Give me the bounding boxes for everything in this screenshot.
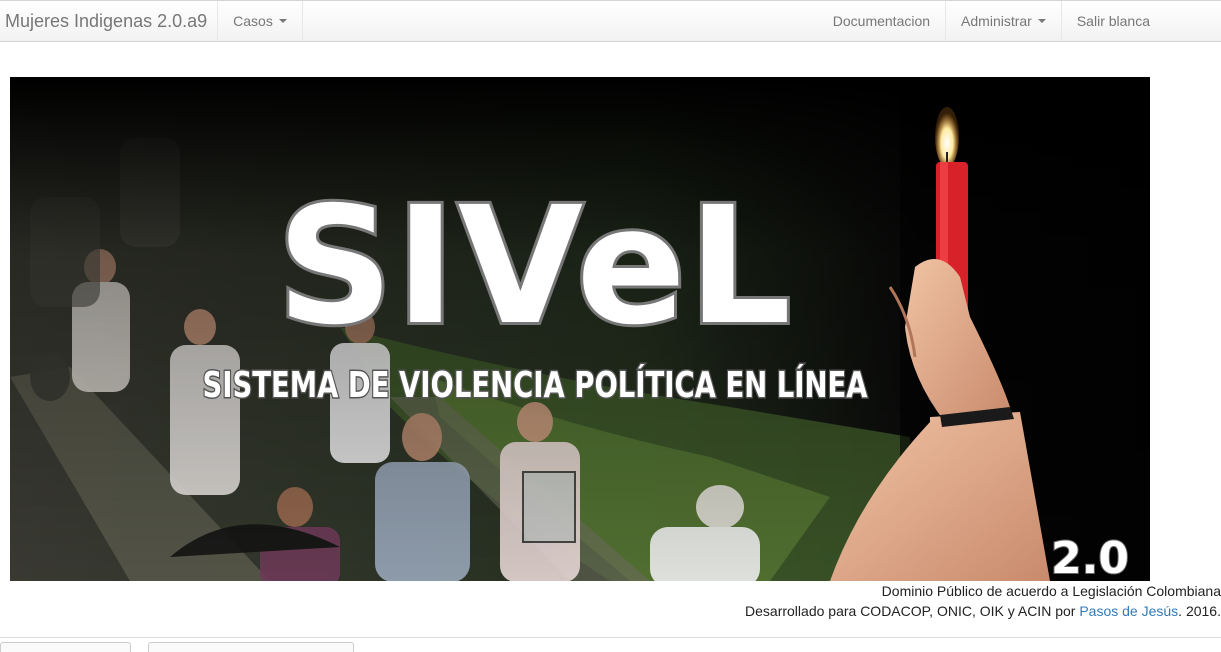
footer-developed: Desarrollado para CODACOP, ONIC, OIK y A… xyxy=(745,603,1221,619)
sivel-banner-image: SIVeL SISTEMA DE VIOLENCIA POLÍTICA EN L… xyxy=(10,77,1150,581)
nav-administrar-dropdown[interactable]: Administrar xyxy=(945,1,1061,41)
top-navbar: Mujeres Indigenas 2.0.a9 Casos Documenta… xyxy=(0,0,1221,42)
brand-link[interactable]: Mujeres Indigenas 2.0.a9 xyxy=(0,1,217,41)
banner-title: SIVeL xyxy=(277,173,794,361)
footer-license: Dominio Público de acuerdo a Legislación… xyxy=(881,583,1221,599)
nav-casos-dropdown[interactable]: Casos xyxy=(217,1,303,41)
footer-developed-suffix: . 2016. xyxy=(1178,603,1221,619)
footer-developed-prefix: Desarrollado para CODACOP, ONIC, OIK y A… xyxy=(745,603,1080,619)
caret-down-icon xyxy=(1037,19,1046,23)
footer-divider xyxy=(0,637,1221,638)
nav-casos-label: Casos xyxy=(233,13,273,29)
bottom-tab-stub xyxy=(0,642,131,652)
nav-documentacion-link[interactable]: Documentacion xyxy=(818,1,945,41)
caret-down-icon xyxy=(278,19,287,23)
nav-administrar-label: Administrar xyxy=(961,13,1032,29)
banner-version-badge: 2.0 xyxy=(1051,533,1129,581)
navbar-right: Documentacion Administrar Salir blanca xyxy=(818,1,1165,41)
footer-developer-link[interactable]: Pasos de Jesús xyxy=(1079,603,1178,619)
nav-documentacion-label: Documentacion xyxy=(832,13,931,29)
nav-salir-label: Salir blanca xyxy=(1076,13,1150,29)
nav-salir-link[interactable]: Salir blanca xyxy=(1060,1,1165,41)
bottom-tab-stub xyxy=(148,642,354,652)
banner-subtitle: SISTEMA DE VIOLENCIA POLÍTICA EN LÍNEA xyxy=(203,364,868,406)
